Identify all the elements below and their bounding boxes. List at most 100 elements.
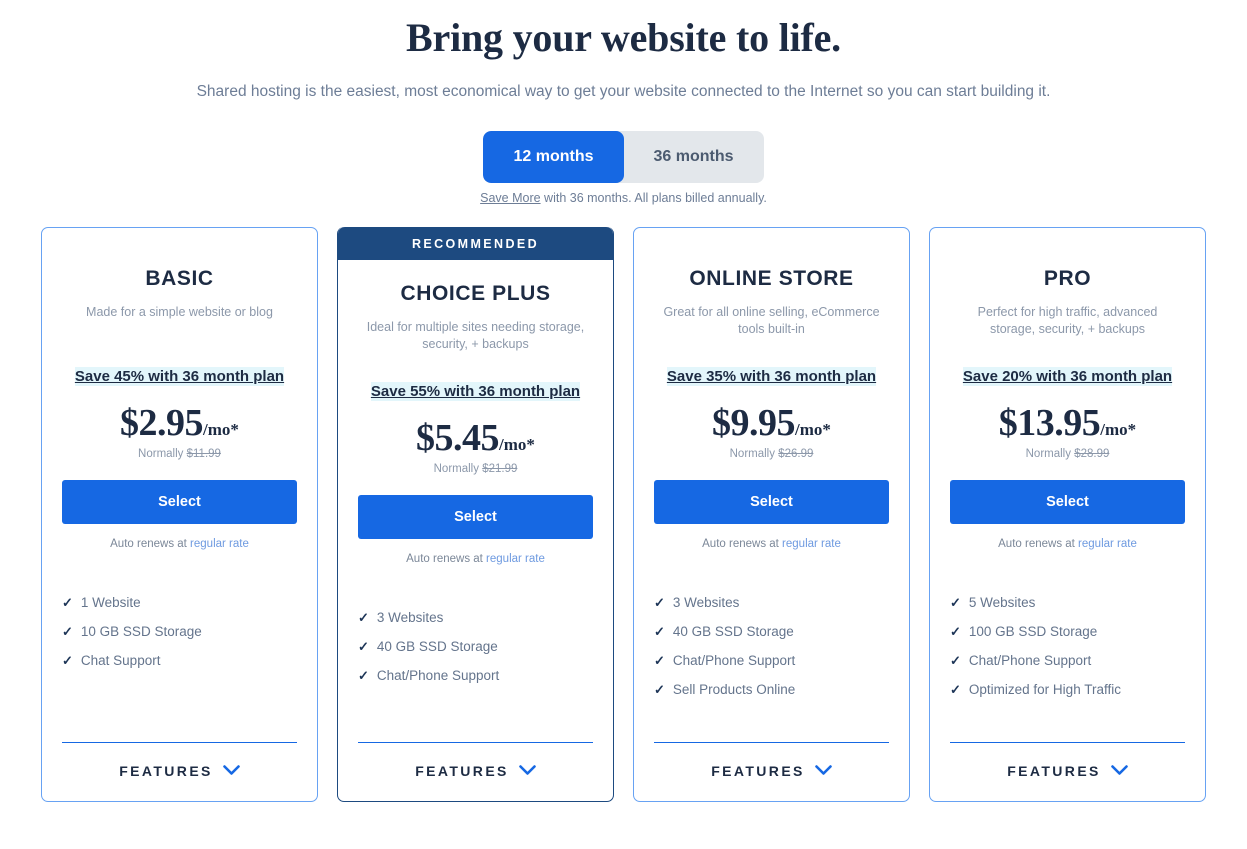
- renewal-note: Auto renews at regular rate: [950, 538, 1185, 550]
- feature-label: Chat/Phone Support: [376, 668, 500, 683]
- card-footer: FEATURES: [634, 742, 909, 801]
- card-footer: FEATURES: [930, 742, 1205, 801]
- save-badge[interactable]: Save 20% with 36 month plan: [962, 367, 1173, 386]
- card-body: ONLINE STORE Great for all online sellin…: [634, 228, 909, 742]
- feature-list: ✓ 1 Website ✓ 10 GB SSD Storage ✓ Chat Supp…: [62, 594, 297, 681]
- save-badge[interactable]: Save 55% with 36 month plan: [370, 382, 581, 401]
- pricing-card-basic: BASIC Made for a simple website or blog …: [41, 227, 318, 802]
- feature-item: ✓ Chat/Phone Support: [358, 667, 593, 685]
- save-badge[interactable]: Save 35% with 36 month plan: [666, 367, 877, 386]
- select-button[interactable]: Select: [62, 480, 297, 524]
- regular-rate-link[interactable]: regular rate: [1078, 538, 1137, 550]
- plan-description: Perfect for high traffic, advanced stora…: [977, 305, 1158, 336]
- plan-description: Made for a simple website or blog: [86, 305, 273, 319]
- recommended-badge: RECOMMENDED: [338, 227, 613, 260]
- term-option-12-months[interactable]: 12 months: [483, 131, 624, 183]
- check-icon: ✓: [950, 682, 961, 697]
- price-row: $2.95/mo*: [62, 401, 297, 445]
- features-toggle-label: FEATURES: [711, 763, 805, 779]
- billing-term-toggle[interactable]: 12 months 36 months: [483, 131, 764, 183]
- normally-label: Normally: [1025, 448, 1075, 460]
- regular-rate-link[interactable]: regular rate: [486, 553, 545, 565]
- term-option-36-months[interactable]: 36 months: [624, 131, 764, 183]
- save-line: Save 35% with 36 month plan: [654, 366, 889, 388]
- feature-label: 40 GB SSD Storage: [672, 624, 794, 639]
- card-body: CHOICE PLUS Ideal for multiple sites nee…: [338, 260, 613, 742]
- check-icon: ✓: [62, 595, 73, 610]
- card-body: PRO Perfect for high traffic, advanced s…: [930, 228, 1205, 742]
- renewal-note: Auto renews at regular rate: [62, 538, 297, 550]
- billing-note: Save More with 36 months. All plans bill…: [0, 191, 1247, 205]
- features-toggle-label: FEATURES: [119, 763, 213, 779]
- normally-label: Normally: [729, 448, 779, 460]
- price-row: $5.45/mo*: [358, 416, 593, 460]
- feature-item: ✓ Chat/Phone Support: [654, 652, 889, 670]
- normal-price: Normally $21.99: [358, 463, 593, 475]
- feature-label: 3 Websites: [672, 595, 740, 610]
- renewal-label: Auto renews at: [998, 538, 1079, 550]
- normal-price: Normally $28.99: [950, 448, 1185, 460]
- check-icon: ✓: [358, 668, 369, 683]
- feature-list: ✓ 3 Websites ✓ 40 GB SSD Storage ✓ Chat/Pho…: [358, 609, 593, 696]
- normal-price: Normally $11.99: [62, 448, 297, 460]
- page-subtitle: Shared hosting is the easiest, most econ…: [196, 83, 1051, 100]
- check-icon: ✓: [62, 653, 73, 668]
- regular-rate-link[interactable]: regular rate: [190, 538, 249, 550]
- chevron-down-icon: [518, 764, 536, 779]
- features-expand-button[interactable]: FEATURES: [950, 743, 1185, 801]
- save-line: Save 55% with 36 month plan: [358, 381, 593, 403]
- feature-label: 40 GB SSD Storage: [376, 639, 498, 654]
- features-expand-button[interactable]: FEATURES: [654, 743, 889, 801]
- save-badge[interactable]: Save 45% with 36 month plan: [74, 367, 285, 386]
- feature-list: ✓ 3 Websites ✓ 40 GB SSD Storage ✓ Chat/Pho…: [654, 594, 889, 710]
- normally-amount: $21.99: [482, 463, 518, 475]
- check-icon: ✓: [950, 595, 961, 610]
- check-icon: ✓: [950, 653, 961, 668]
- price-unit: /mo*: [203, 420, 239, 439]
- plan-name: BASIC: [145, 267, 214, 290]
- select-button[interactable]: Select: [654, 480, 889, 524]
- select-button[interactable]: Select: [358, 495, 593, 539]
- chevron-down-icon: [1110, 764, 1128, 779]
- feature-item: ✓ 3 Websites: [654, 594, 889, 612]
- save-line: Save 20% with 36 month plan: [950, 366, 1185, 388]
- plan-description: Great for all online selling, eCommerce …: [663, 305, 880, 336]
- renewal-label: Auto renews at: [110, 538, 191, 550]
- price-amount: $2.95: [120, 402, 204, 444]
- pricing-card-online-store: ONLINE STORE Great for all online sellin…: [633, 227, 910, 802]
- feature-label: Optimized for High Traffic: [968, 682, 1121, 697]
- card-body: BASIC Made for a simple website or blog …: [42, 228, 317, 742]
- feature-item: ✓ 100 GB SSD Storage: [950, 623, 1185, 641]
- normally-label: Normally: [433, 463, 483, 475]
- renewal-note: Auto renews at regular rate: [358, 553, 593, 565]
- plan-name: ONLINE STORE: [689, 267, 854, 290]
- price-amount: $9.95: [712, 402, 796, 444]
- feature-label: 3 Websites: [376, 610, 444, 625]
- price-row: $9.95/mo*: [654, 401, 889, 445]
- features-expand-button[interactable]: FEATURES: [62, 743, 297, 801]
- features-toggle-label: FEATURES: [415, 763, 509, 779]
- pricing-card-choice-plus: RECOMMENDED CHOICE PLUS Ideal for multip…: [337, 227, 614, 802]
- feature-item: ✓ 40 GB SSD Storage: [358, 638, 593, 656]
- pricing-card-pro: PRO Perfect for high traffic, advanced s…: [929, 227, 1206, 802]
- check-icon: ✓: [950, 624, 961, 639]
- feature-item: ✓ 10 GB SSD Storage: [62, 623, 297, 641]
- feature-item: ✓ Sell Products Online: [654, 681, 889, 699]
- save-more-link[interactable]: Save More: [480, 191, 540, 205]
- plan-description: Ideal for multiple sites needing storage…: [366, 320, 585, 351]
- check-icon: ✓: [358, 639, 369, 654]
- price-unit: /mo*: [499, 435, 535, 454]
- renewal-label: Auto renews at: [406, 553, 487, 565]
- chevron-down-icon: [814, 764, 832, 779]
- save-line: Save 45% with 36 month plan: [62, 366, 297, 388]
- features-expand-button[interactable]: FEATURES: [358, 743, 593, 801]
- feature-label: 1 Website: [80, 595, 141, 610]
- check-icon: ✓: [654, 653, 665, 668]
- hero-section: Bring your website to life. Shared hosti…: [0, 0, 1247, 103]
- regular-rate-link[interactable]: regular rate: [782, 538, 841, 550]
- pricing-card-grid: BASIC Made for a simple website or blog …: [0, 227, 1247, 802]
- card-footer: FEATURES: [42, 742, 317, 801]
- select-button[interactable]: Select: [950, 480, 1185, 524]
- price-unit: /mo*: [1100, 420, 1137, 439]
- check-icon: ✓: [654, 682, 665, 697]
